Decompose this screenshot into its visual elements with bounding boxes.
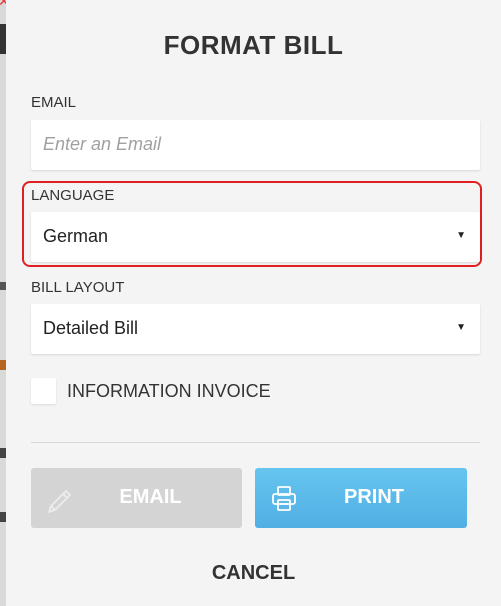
information-invoice-checkbox[interactable] <box>31 378 56 404</box>
email-label: EMAIL <box>31 94 77 111</box>
language-select[interactable]: German ▼ <box>31 212 480 262</box>
dialog-title: FORMAT BILL <box>163 30 344 60</box>
email-field-container <box>31 120 480 170</box>
divider <box>31 442 480 443</box>
dropdown-caret-icon: ▼ <box>456 230 466 241</box>
email-input[interactable] <box>31 120 475 168</box>
email-button[interactable]: EMAIL <box>31 468 242 528</box>
bill-layout-select[interactable]: Detailed Bill ▼ <box>31 304 480 354</box>
bill-layout-label: BILL LAYOUT <box>31 279 125 296</box>
print-button-label: PRINT <box>344 486 404 508</box>
format-bill-dialog: FORMAT BILL EMAIL LANGUAGE German ▼ BILL… <box>6 0 501 606</box>
information-invoice-label[interactable]: INFORMATION INVOICE <box>67 381 271 402</box>
email-button-label: EMAIL <box>119 486 182 508</box>
language-label: LANGUAGE <box>31 187 115 204</box>
language-selected-value: German <box>43 226 109 246</box>
cancel-button[interactable]: CANCEL <box>6 562 501 585</box>
print-button[interactable]: PRINT <box>255 468 467 528</box>
dropdown-caret-icon: ▼ <box>456 322 466 333</box>
bill-layout-selected-value: Detailed Bill <box>43 318 139 338</box>
